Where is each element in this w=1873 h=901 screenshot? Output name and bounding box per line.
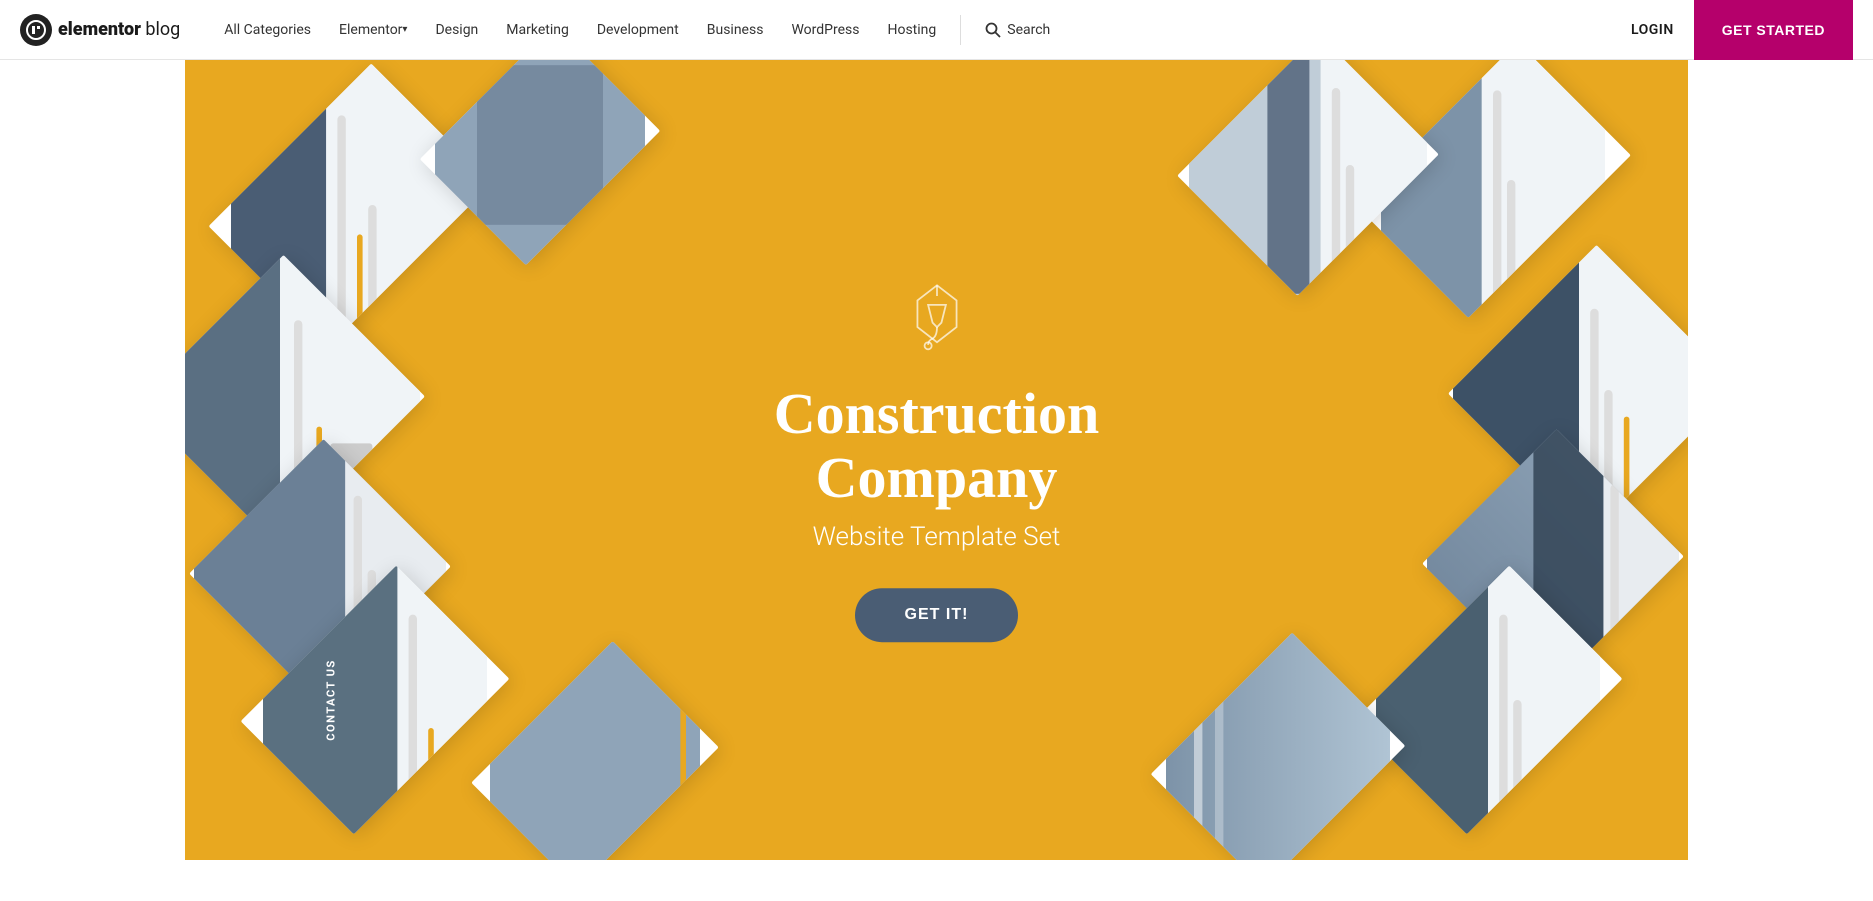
nav-marketing[interactable]: Marketing (492, 0, 583, 60)
nav-development[interactable]: Development (583, 0, 693, 60)
hero-cta-button[interactable]: GET IT! (855, 588, 1019, 642)
nav-elementor[interactable]: Elementor (325, 0, 421, 60)
search-label: Search (1007, 22, 1050, 38)
nav-hosting[interactable]: Hosting (873, 0, 950, 60)
nav-business[interactable]: Business (693, 0, 778, 60)
get-started-button[interactable]: GET STARTED (1694, 0, 1853, 60)
logo[interactable]: elementor blog (20, 14, 180, 46)
search-button[interactable]: Search (971, 22, 1064, 38)
navbar: elementor blog All Categories Elementor … (0, 0, 1873, 60)
nav-right: LOGIN GET STARTED (1631, 0, 1853, 60)
hero-center-content: Construction Company Website Template Se… (687, 278, 1187, 642)
nav-divider (960, 15, 961, 45)
nav-design[interactable]: Design (421, 0, 492, 60)
hero-title: Construction Company (687, 382, 1187, 510)
nav-all-categories[interactable]: All Categories (210, 0, 325, 60)
hero-section: CONTACT US (185, 60, 1688, 860)
logo-text: elementor blog (58, 19, 180, 40)
login-button[interactable]: LOGIN (1631, 22, 1674, 38)
search-icon (985, 22, 1001, 38)
logo-icon (20, 14, 52, 46)
hero-brand-icon (687, 278, 1187, 362)
hero-subtitle: Website Template Set (687, 522, 1187, 552)
nav-links: All Categories Elementor Design Marketin… (210, 0, 1631, 60)
nav-wordpress[interactable]: WordPress (777, 0, 873, 60)
